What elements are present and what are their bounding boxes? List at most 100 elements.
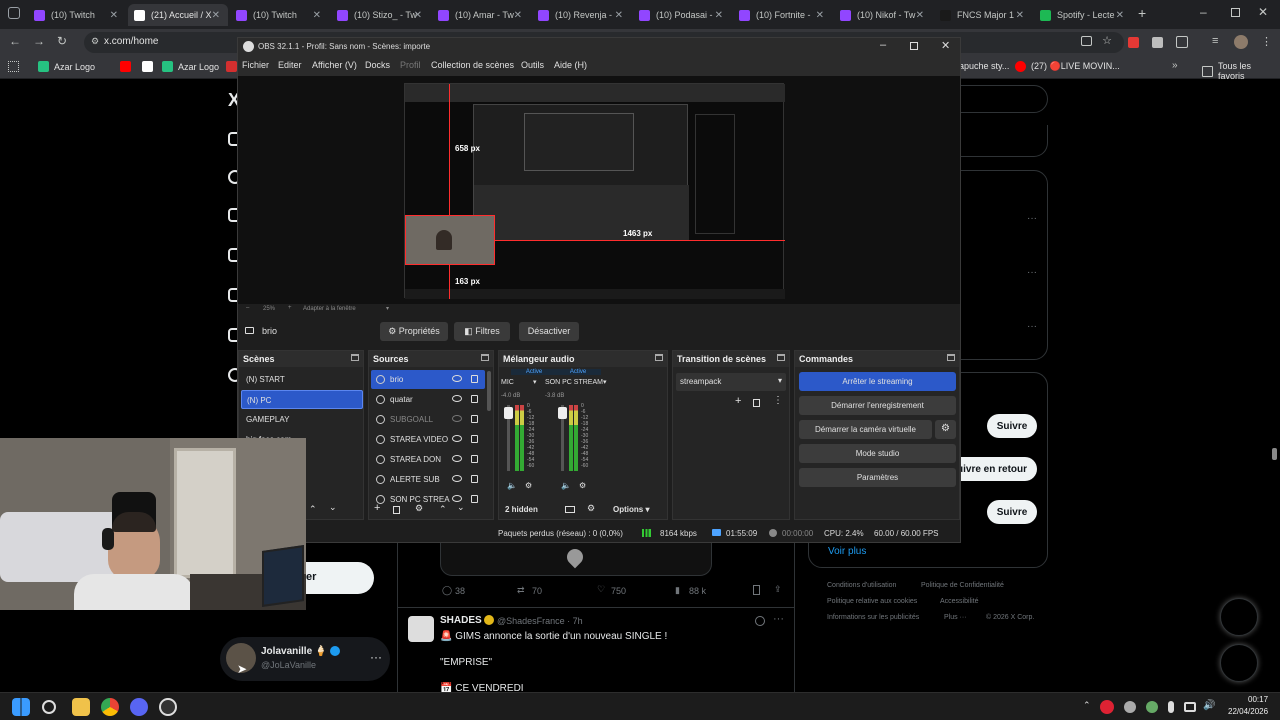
mute-speaker-icon[interactable]: 🔈 <box>561 481 571 490</box>
bookmark-azar-2[interactable]: Azar Logo <box>162 61 219 72</box>
profile-avatar[interactable] <box>1234 35 1248 49</box>
start-virtual-camera-button[interactable]: Démarrer la caméra virtuelle <box>799 420 932 439</box>
selected-source-webcam[interactable] <box>405 215 495 265</box>
tab-close-icon[interactable]: ✕ <box>110 10 118 21</box>
browser-tab[interactable]: (10) Stizo_ - Tw ✕ <box>331 4 430 26</box>
remove-source-icon[interactable] <box>393 506 400 514</box>
tab-close-icon[interactable]: ✕ <box>715 10 723 21</box>
tab-search-icon[interactable] <box>8 7 20 19</box>
menu-editer[interactable]: Editer <box>278 60 302 70</box>
bookmark-live[interactable]: (27) 🔴LIVE MOVIN... <box>1015 61 1120 72</box>
follow-button[interactable]: Suivre <box>987 500 1037 524</box>
tab-close-icon[interactable]: ✕ <box>615 10 623 21</box>
tab-close-icon[interactable]: ✕ <box>916 10 924 21</box>
browser-tab[interactable]: (10) Revenja - ✕ <box>532 4 631 26</box>
bookmarks-overflow-icon[interactable]: » <box>1172 60 1178 71</box>
extensions-puzzle-icon[interactable] <box>1176 36 1188 48</box>
grok-fab-icon[interactable] <box>1220 598 1258 636</box>
browser-tab[interactable]: (10) Twitch ✕ <box>230 4 329 26</box>
all-bookmarks[interactable]: Tous les favoris <box>1202 61 1280 81</box>
trend-more-icon[interactable]: ··· <box>1027 321 1037 332</box>
undock-icon[interactable] <box>947 354 955 361</box>
channel-dropdown-icon[interactable]: ▾ <box>533 378 537 386</box>
virtual-camera-settings-icon[interactable]: ⚙ <box>935 420 956 439</box>
channel-name[interactable]: SON PC STREAM <box>545 379 603 386</box>
studio-mode-button[interactable]: Mode studio <box>799 444 956 463</box>
browser-tab[interactable]: (10) Amar - Tw ✕ <box>432 4 530 26</box>
tweet-more-icon[interactable]: ··· <box>773 613 784 625</box>
zoom-fit-select[interactable]: Adapter à la fenêtre <box>303 306 356 312</box>
microphone-icon[interactable] <box>1168 701 1174 713</box>
scene-item[interactable]: (N) START <box>241 370 363 389</box>
browser-tab[interactable]: (10) Podasai - ✕ <box>633 4 731 26</box>
bookmark-star-icon[interactable]: ☆ <box>1102 34 1112 47</box>
messages-fab-icon[interactable] <box>1220 644 1258 682</box>
zoom-out-button[interactable]: – <box>246 305 249 311</box>
bookmark-red-icon[interactable] <box>226 61 237 72</box>
footer-privacy[interactable]: Politique de Confidentialité <box>921 582 1004 589</box>
browser-tab[interactable]: Spotify - Lecte ✕ <box>1034 4 1132 26</box>
scene-move-up-button[interactable]: ⌃ <box>309 504 317 515</box>
extension-icon-red[interactable] <box>1128 37 1139 48</box>
tab-close-icon[interactable]: ✕ <box>313 10 321 21</box>
see-more-link[interactable]: Voir plus <box>828 546 866 557</box>
volume-icon[interactable]: 🔊 <box>1203 700 1215 711</box>
volume-slider[interactable] <box>558 405 567 471</box>
channel-settings-icon[interactable]: ⚙ <box>525 481 532 490</box>
follow-button[interactable]: Suivre <box>987 414 1037 438</box>
bookmark-icon[interactable] <box>753 585 760 595</box>
search-icon[interactable] <box>42 700 56 714</box>
footer-terms[interactable]: Conditions d'utilisation <box>827 582 896 589</box>
tray-icon[interactable] <box>1146 701 1158 713</box>
source-item[interactable]: ALERTE SUB <box>371 470 485 489</box>
maximize-window-button[interactable] <box>1231 8 1240 17</box>
browser-tab[interactable]: (10) Nikof - Tw ✕ <box>834 4 932 26</box>
mixer-options-button[interactable]: Options ▾ <box>613 505 649 514</box>
reload-icon[interactable]: ↻ <box>57 34 67 48</box>
forward-icon[interactable]: → <box>33 34 45 48</box>
source-item[interactable]: SON PC STREA <box>371 490 485 509</box>
visibility-eye-icon[interactable] <box>452 455 462 462</box>
lock-icon[interactable] <box>471 455 478 463</box>
install-icon[interactable] <box>1081 36 1092 46</box>
tab-close-icon[interactable]: ✕ <box>816 10 824 21</box>
like-icon[interactable]: ♡ <box>597 584 605 595</box>
source-item[interactable]: STAREA DON <box>371 450 485 469</box>
source-item[interactable]: SUBGOALL <box>371 410 485 429</box>
channel-dropdown-icon[interactable]: ▾ <box>603 378 607 386</box>
trend-more-icon[interactable]: ··· <box>1027 267 1037 278</box>
lock-icon[interactable] <box>471 395 478 403</box>
obs-close-button[interactable]: ✕ <box>941 39 950 52</box>
bookmark-azar-1[interactable]: Azar Logo <box>38 61 95 72</box>
scene-move-down-button[interactable]: ⌄ <box>329 502 337 513</box>
discord-icon[interactable] <box>130 698 148 716</box>
settings-button[interactable]: Paramètres <box>799 468 956 487</box>
tab-close-icon[interactable]: ✕ <box>212 10 220 21</box>
mixer-layout-icon[interactable] <box>565 506 575 513</box>
slider-handle[interactable] <box>558 407 567 419</box>
menu-fichier[interactable]: Fichier <box>242 60 269 70</box>
menu-aide[interactable]: Aide (H) <box>554 60 587 70</box>
minimize-window-button[interactable]: – <box>1200 5 1207 19</box>
site-info-icon[interactable]: ⚙ <box>91 36 99 47</box>
extension-icon-grey[interactable] <box>1152 37 1163 48</box>
menu-outils[interactable]: Outils <box>521 60 544 70</box>
source-move-down-button[interactable]: ⌄ <box>457 502 465 513</box>
tab-close-icon[interactable]: ✕ <box>514 10 522 21</box>
close-window-button[interactable]: ✕ <box>1258 5 1268 19</box>
visibility-eye-icon[interactable] <box>452 475 462 482</box>
remove-transition-icon[interactable] <box>753 399 760 407</box>
undock-icon[interactable] <box>351 354 359 361</box>
properties-button[interactable]: ⚙ Propriétés <box>380 322 448 341</box>
volume-slider[interactable] <box>504 405 513 471</box>
lock-icon[interactable] <box>471 435 478 443</box>
tray-icon[interactable] <box>1124 701 1136 713</box>
trend-more-icon[interactable]: ··· <box>1027 213 1037 224</box>
lock-icon[interactable] <box>471 415 478 423</box>
mute-speaker-icon[interactable]: 🔈 <box>507 481 517 490</box>
undock-icon[interactable] <box>481 354 489 361</box>
mixer-hidden-count[interactable]: 2 hidden <box>505 505 538 514</box>
source-move-up-button[interactable]: ⌃ <box>439 504 447 515</box>
tray-app-icon[interactable] <box>1100 700 1114 714</box>
start-recording-button[interactable]: Démarrer l'enregistrement <box>799 396 956 415</box>
